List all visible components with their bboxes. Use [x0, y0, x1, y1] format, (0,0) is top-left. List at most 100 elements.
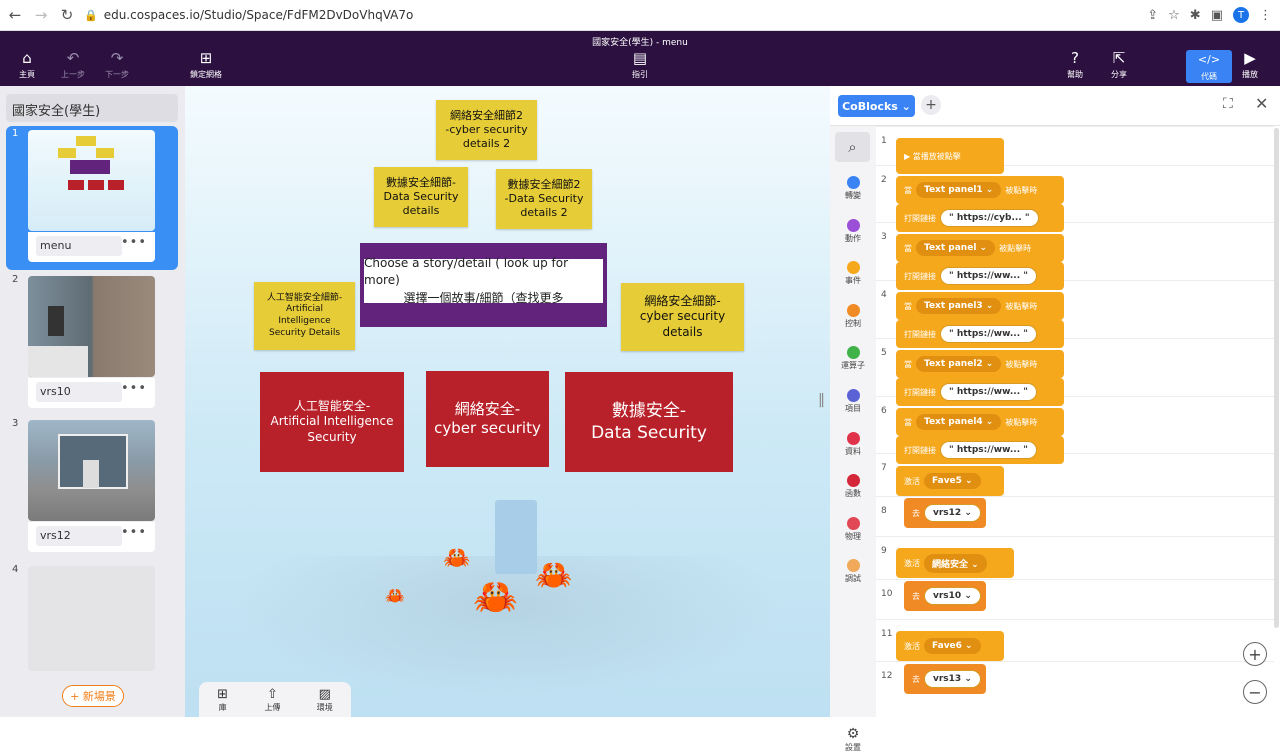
share-page-icon[interactable]: ⇪: [1147, 8, 1158, 23]
goto-block[interactable]: 去 vrs13 ⌄: [904, 664, 986, 694]
crab-object[interactable]: 🦀: [535, 558, 572, 593]
link-string-input[interactable]: " https://ww... ": [940, 383, 1037, 401]
activate-block[interactable]: 激活 Fave6 ⌄: [896, 631, 1004, 661]
yellow-panel[interactable]: 數據安全細節- Data Security details: [374, 167, 468, 227]
star-icon[interactable]: ☆: [1168, 8, 1180, 23]
red-panel-data[interactable]: 數據安全- Data Security: [565, 372, 733, 472]
upload-button[interactable]: ⇧ 上傳: [264, 687, 280, 713]
share-button[interactable]: ⇱ 分享: [1111, 49, 1127, 80]
more-options-icon[interactable]: •••: [121, 525, 147, 540]
when-clicked-block[interactable]: 當 Text panel2 ⌄ 被點擊時: [896, 350, 1064, 378]
undo-button[interactable]: ↶ 上一步: [61, 49, 85, 80]
goto-dropdown[interactable]: vrs12 ⌄: [924, 504, 981, 522]
search-icon[interactable]: ⌕: [835, 132, 870, 162]
crab-object[interactable]: 🦀: [473, 576, 518, 618]
home-button[interactable]: ⌂ 主頁: [19, 49, 35, 80]
reload-icon[interactable]: ↻: [56, 4, 78, 26]
help-button[interactable]: ? 幫助: [1067, 49, 1083, 80]
activate-dropdown[interactable]: Fave5 ⌄: [924, 473, 981, 489]
profile-avatar[interactable]: T: [1233, 7, 1249, 23]
goto-block[interactable]: 去 vrs10 ⌄: [904, 581, 986, 611]
project-title[interactable]: 國家安全(學生): [6, 94, 178, 122]
category-3[interactable]: 事件: [830, 261, 876, 286]
category-5[interactable]: 運算子: [830, 346, 876, 371]
crab-object[interactable]: 🦀: [443, 546, 470, 571]
open-link-block[interactable]: 打開鏈接 " https://cyb... ": [896, 204, 1064, 232]
goto-dropdown[interactable]: vrs13 ⌄: [924, 670, 981, 688]
more-options-icon[interactable]: •••: [121, 381, 147, 396]
settings-button[interactable]: ⚙ 設置: [830, 726, 876, 753]
library-button[interactable]: ⊞ 庫: [217, 687, 228, 713]
when-clicked-block[interactable]: 當 Text panel1 ⌄ 被點擊時: [896, 176, 1064, 204]
close-icon[interactable]: ✕: [1255, 94, 1268, 113]
object-dropdown[interactable]: Text panel4 ⌄: [916, 414, 1002, 430]
scene-name[interactable]: vrs10: [36, 382, 122, 402]
forward-icon[interactable]: →: [30, 4, 52, 26]
category-8[interactable]: 函數: [830, 474, 876, 499]
scene-name[interactable]: vrs12: [36, 526, 122, 546]
open-link-block[interactable]: 打開鏈接 " https://ww... ": [896, 320, 1064, 348]
object-dropdown[interactable]: Text panel2 ⌄: [916, 356, 1002, 372]
link-string-input[interactable]: " https://ww... ": [940, 267, 1037, 285]
redo-button[interactable]: ↷ 下一步: [105, 49, 129, 80]
yellow-panel[interactable]: 數據安全細節2 -Data Security details 2: [496, 169, 592, 229]
link-string-input[interactable]: " https://ww... ": [940, 325, 1037, 343]
activate-dropdown[interactable]: 網絡安全 ⌄: [924, 553, 987, 573]
scene-card[interactable]: 3 vrs12 •••: [6, 416, 178, 556]
scene-name[interactable]: menu: [36, 236, 122, 256]
scene-viewport[interactable]: 網絡安全細節2 -cyber security details 2 數據安全細節…: [185, 86, 830, 717]
object-dropdown[interactable]: Text panel ⌄: [916, 240, 996, 256]
red-panel-ai[interactable]: 人工智能安全- Artificial Intelligence Security: [260, 372, 404, 472]
yellow-panel[interactable]: 網絡安全細節2 -cyber security details 2: [436, 100, 537, 160]
zoom-out-button[interactable]: −: [1243, 680, 1267, 704]
goto-dropdown[interactable]: vrs10 ⌄: [924, 587, 981, 605]
category-7[interactable]: 資料: [830, 431, 876, 457]
object-dropdown[interactable]: Text panel3 ⌄: [916, 298, 1002, 314]
yellow-panel[interactable]: 網絡安全細節- cyber security details: [621, 283, 744, 351]
category-2[interactable]: 動作: [830, 218, 876, 244]
play-button[interactable]: ▶ 播放: [1242, 49, 1258, 80]
expand-icon[interactable]: ⛶: [1223, 96, 1233, 112]
scene-card[interactable]: 2 vrs10 •••: [6, 272, 178, 412]
category-1[interactable]: 轉變: [830, 176, 876, 201]
activate-block[interactable]: 激活 網絡安全 ⌄: [896, 548, 1014, 578]
sidepanel-icon[interactable]: ▣: [1211, 8, 1223, 23]
open-link-block[interactable]: 打開鏈接 " https://ww... ": [896, 262, 1064, 290]
crab-object[interactable]: 🦀: [385, 586, 405, 605]
scene-card[interactable]: 4: [6, 562, 178, 678]
when-clicked-block[interactable]: 當 Text panel ⌄ 被點擊時: [896, 234, 1064, 262]
grid-snap-button[interactable]: ⊞ 鎖定網格: [190, 49, 222, 80]
add-tab-button[interactable]: +: [921, 95, 941, 115]
category-10[interactable]: 調試: [830, 559, 876, 584]
resize-handle[interactable]: ‖: [818, 392, 825, 408]
when-clicked-block[interactable]: 當 Text panel4 ⌄ 被點擊時: [896, 408, 1064, 436]
guide-button[interactable]: ▤ 指引: [632, 49, 648, 80]
category-4[interactable]: 控制: [830, 303, 876, 329]
code-workspace[interactable]: 1 2 3 4 5 6 7 8 9 10 11 12 ▶ 當播放被點擊當 Text panel1 ⌄ 被點擊…: [876, 126, 1274, 717]
address-bar[interactable]: 🔒 edu.cospaces.io/Studio/Space/FdFM2DvDo…: [84, 3, 1147, 27]
open-link-block[interactable]: 打開鏈接 " https://ww... ": [896, 378, 1064, 406]
activate-block[interactable]: 激活 Fave5 ⌄: [896, 466, 1004, 496]
scrollbar[interactable]: [1274, 128, 1279, 628]
open-link-block[interactable]: 打開鏈接 " https://ww... ": [896, 436, 1064, 464]
category-9[interactable]: 物理: [830, 516, 876, 542]
activate-dropdown[interactable]: Fave6 ⌄: [924, 638, 981, 654]
link-string-input[interactable]: " https://ww... ": [940, 441, 1037, 459]
object-dropdown[interactable]: Text panel1 ⌄: [916, 182, 1002, 198]
coblocks-tab[interactable]: CoBlocks ⌄: [838, 95, 915, 117]
goto-block[interactable]: 去 vrs12 ⌄: [904, 498, 986, 528]
code-button[interactable]: </> 代碼: [1186, 50, 1232, 83]
link-string-input[interactable]: " https://cyb... ": [940, 209, 1039, 227]
when-clicked-block[interactable]: 當 Text panel3 ⌄ 被點擊時: [896, 292, 1064, 320]
menu-board[interactable]: Choose a story/detail ( look up for more…: [360, 243, 607, 327]
yellow-panel[interactable]: 人工智能安全細節- Artificial Intelligence Securi…: [254, 282, 355, 350]
blue-block-object[interactable]: [495, 500, 537, 574]
scene-card[interactable]: 1 menu •••: [6, 126, 178, 270]
category-6[interactable]: 項目: [830, 389, 876, 414]
menu-icon[interactable]: ⋮: [1259, 8, 1272, 23]
environment-button[interactable]: ▨ 環境: [317, 687, 333, 713]
more-options-icon[interactable]: •••: [121, 235, 147, 250]
back-icon[interactable]: ←: [4, 4, 26, 26]
event-block[interactable]: ▶ 當播放被點擊: [896, 138, 1004, 174]
new-scene-button[interactable]: + 新場景: [62, 685, 124, 707]
